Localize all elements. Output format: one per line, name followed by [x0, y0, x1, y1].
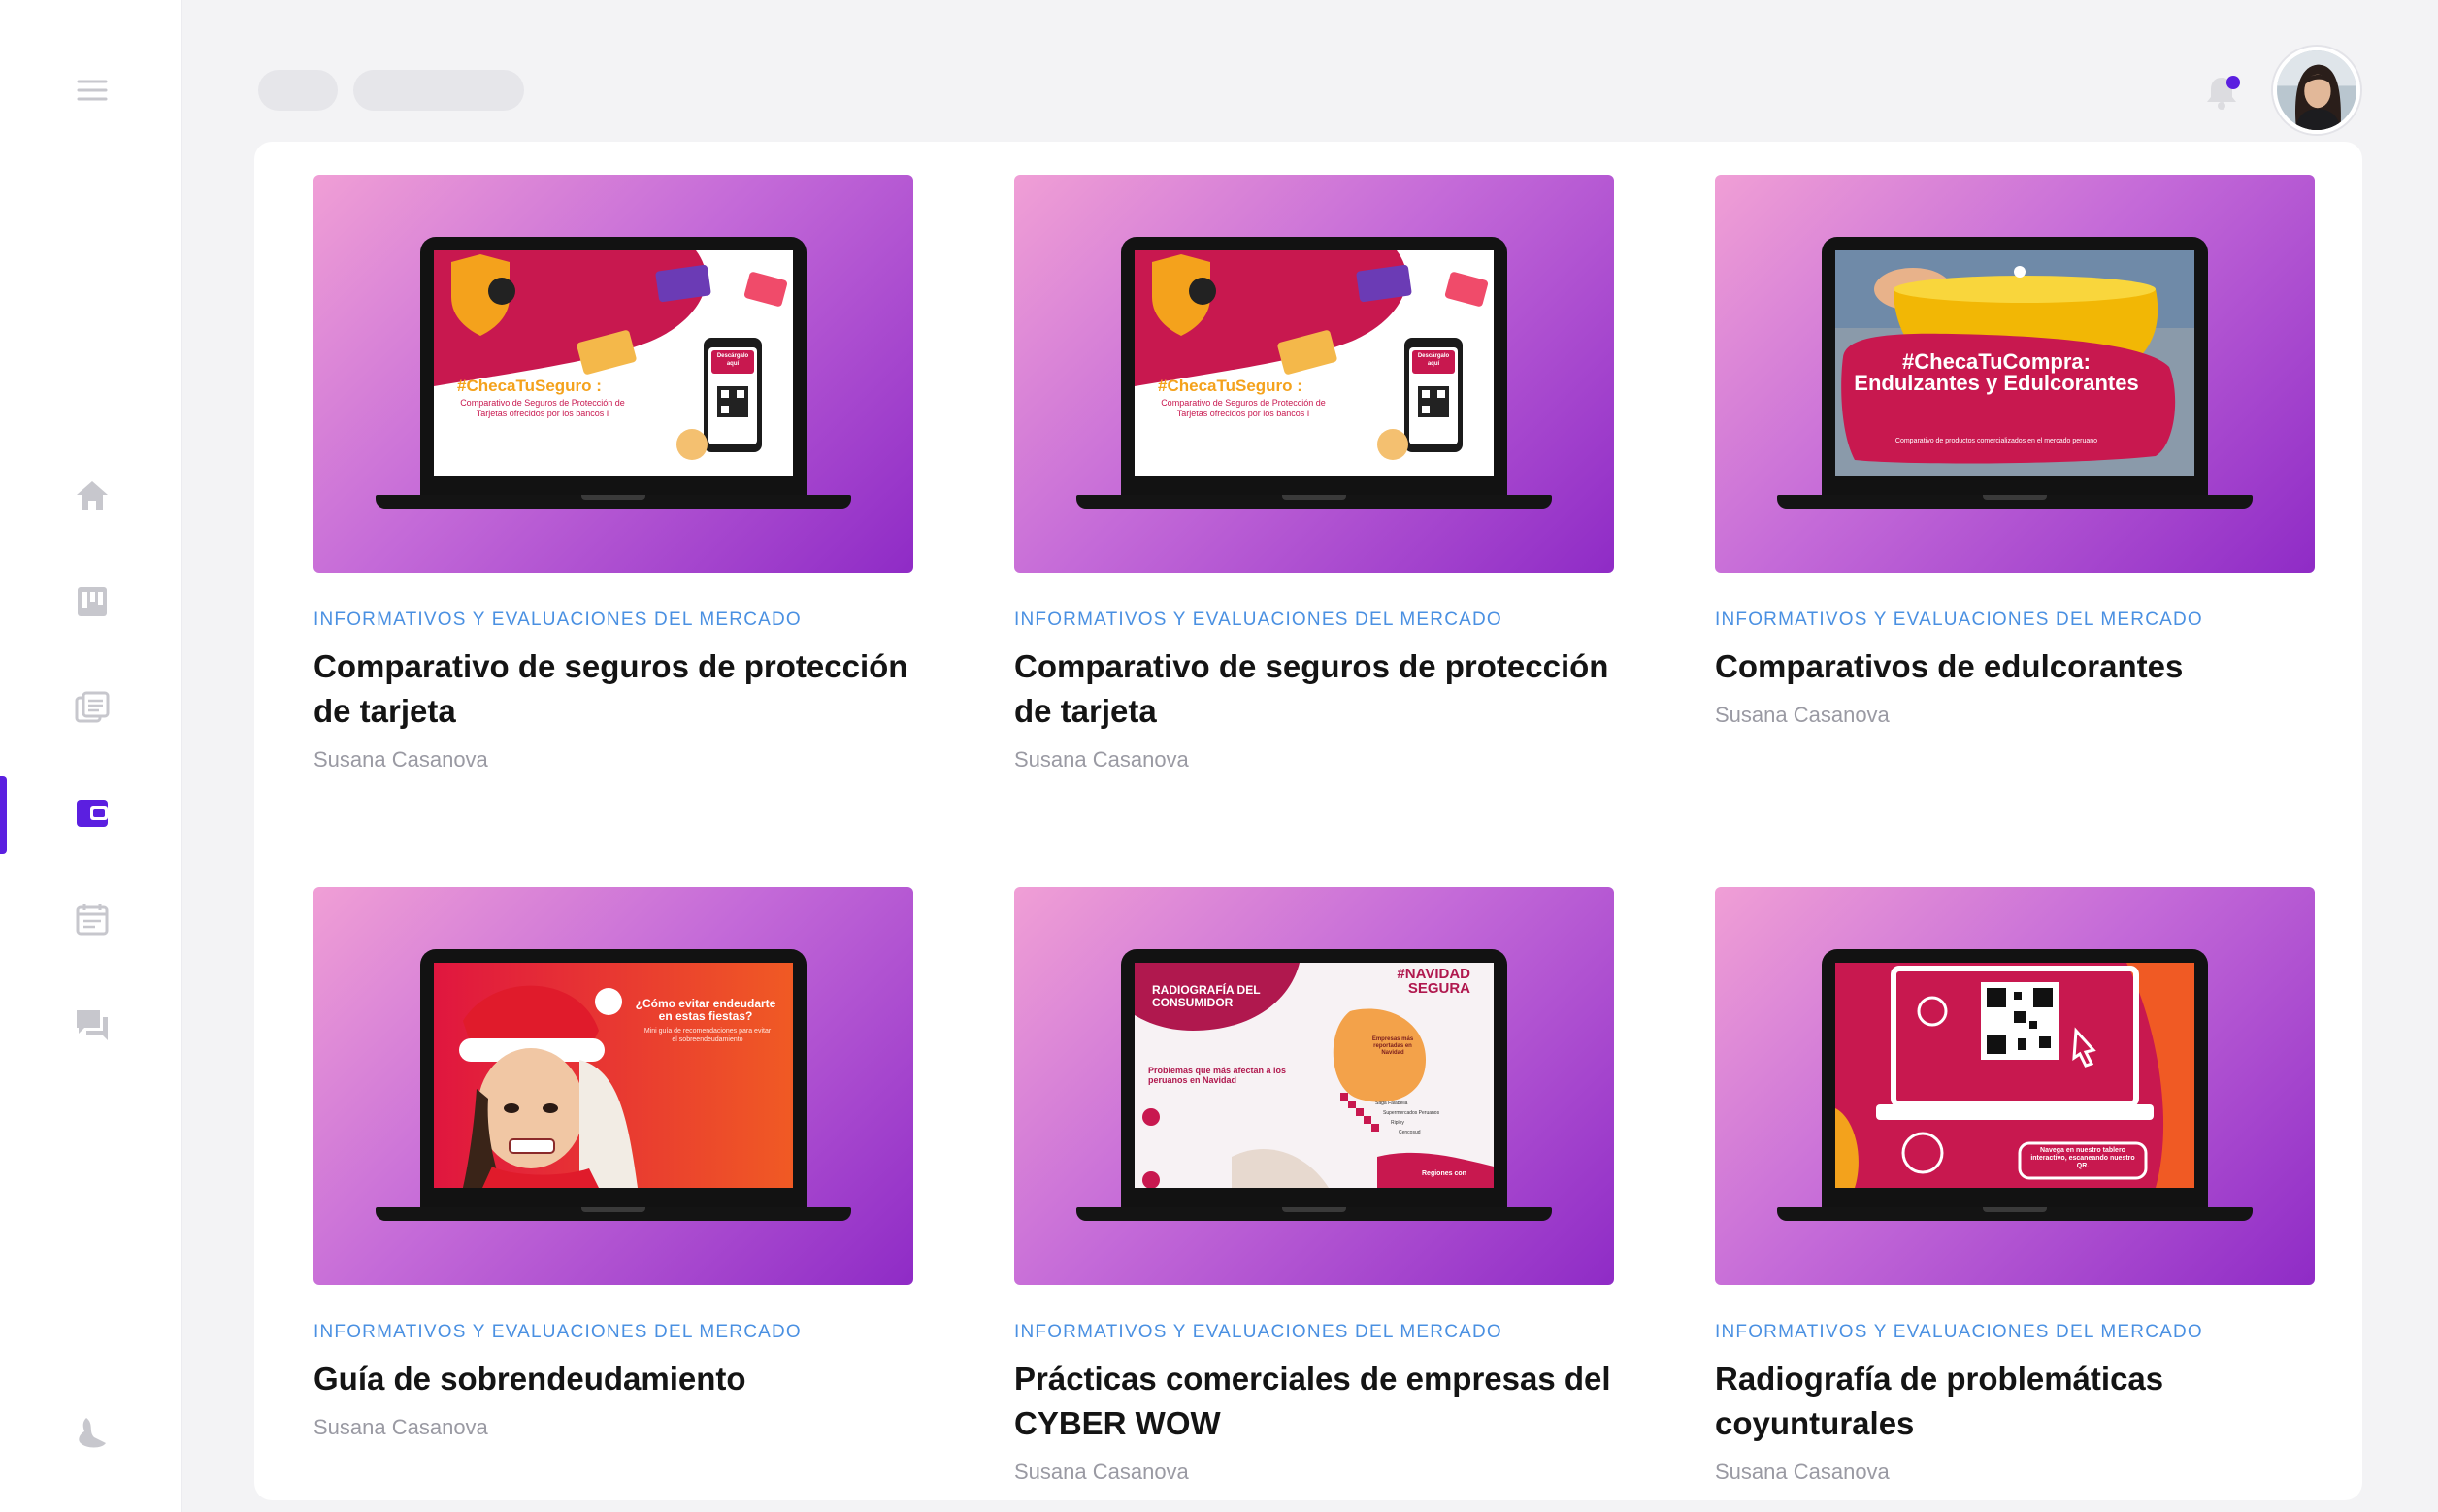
screen-list-3: Ripley [1391, 1120, 1404, 1126]
laptop-notch [1983, 1207, 2047, 1212]
screen-tag: #NAVIDAD SEGURA [1397, 966, 1470, 997]
calendar-icon [76, 904, 109, 936]
screen-subtitle: Navega en nuestro tablero interactivo, e… [2030, 1147, 2135, 1169]
screen-headline: #ChecaTuSeguro : [457, 377, 602, 395]
content-panel: #ChecaTuSeguro : Comparativo de Seguros … [254, 142, 2362, 1500]
card-thumbnail: #ChecaTuSeguro : Comparativo de Seguros … [313, 175, 913, 573]
screen-box: Empresas más reportadas en Navidad [1371, 1036, 1414, 1056]
card-title[interactable]: Comparativos de edulcorantes [1715, 644, 2315, 689]
card-title[interactable]: Comparativo de seguros de protección de … [313, 644, 913, 734]
card-thumbnail: #ChecaTuSeguro : Comparativo de Seguros … [1014, 175, 1614, 573]
screen-footer: Regiones con [1422, 1170, 1466, 1177]
screen-list-1: Saga Falabella [1375, 1101, 1408, 1106]
card-title[interactable]: Comparativo de seguros de protección de … [1014, 644, 1614, 734]
screen-button: Descárgalo aquí [716, 353, 749, 367]
library-icon [75, 691, 110, 723]
screen-headline: ¿Cómo evitar endeudarte en estas fiestas… [635, 997, 776, 1023]
wallet-icon [77, 800, 108, 827]
card-author: Susana Casanova [1014, 747, 1189, 772]
card-thumbnail: RADIOGRAFÍA DEL CONSUMIDOR #NAVIDAD SEGU… [1014, 887, 1614, 1285]
screen-button: Descárgalo aquí [1417, 353, 1450, 367]
sidebar-item-wallet[interactable] [58, 779, 126, 847]
logo-icon [58, 1399, 126, 1467]
laptop-screen: #ChecaTuSeguro : Comparativo de Seguros … [1121, 237, 1507, 497]
hamburger-menu-icon[interactable] [58, 56, 126, 124]
screen-subtitle: Problemas que más afectan a los peruanos… [1148, 1066, 1287, 1085]
breadcrumb-placeholder [258, 70, 338, 111]
course-card[interactable]: ¿Cómo evitar endeudarte en estas fiestas… [313, 887, 913, 1440]
card-thumbnail: Navega en nuestro tablero interactivo, e… [1715, 887, 2315, 1285]
sidebar-item-home[interactable] [58, 462, 126, 530]
notification-dot [2226, 76, 2240, 89]
chat-icon [77, 1010, 108, 1040]
card-author: Susana Casanova [313, 747, 488, 772]
laptop-notch [1983, 495, 2047, 500]
user-avatar[interactable] [2273, 47, 2360, 134]
card-title[interactable]: Prácticas comerciales de empresas del CY… [1014, 1357, 1614, 1446]
screen-list-4: Cencosud [1399, 1130, 1421, 1135]
breadcrumb-placeholder-long [353, 70, 524, 111]
laptop-notch [1282, 1207, 1346, 1212]
card-author: Susana Casanova [1715, 703, 1890, 727]
laptop-screen: ¿Cómo evitar endeudarte en estas fiestas… [420, 949, 807, 1209]
card-title[interactable]: Guía de sobrendeudamiento [313, 1357, 913, 1401]
card-category: INFORMATIVOS Y EVALUACIONES DEL MERCADO [313, 1322, 802, 1342]
sidebar-item-calendar[interactable] [58, 885, 126, 953]
card-category: INFORMATIVOS Y EVALUACIONES DEL MERCADO [1014, 1322, 1502, 1342]
card-thumbnail: #ChecaTuCompra: Endulzantes y Edulcorant… [1715, 175, 2315, 573]
screen-subtitle: Comparativo de Seguros de Protección de … [1161, 398, 1326, 418]
laptop-notch [1282, 495, 1346, 500]
course-card[interactable]: #ChecaTuSeguro : Comparativo de Seguros … [1014, 175, 1614, 772]
card-title[interactable]: Radiografía de problemáticas coyunturale… [1715, 1357, 2315, 1446]
active-indicator [0, 776, 7, 854]
home-icon [77, 481, 108, 510]
course-card[interactable]: #ChecaTuSeguro : Comparativo de Seguros … [313, 175, 913, 772]
card-category: INFORMATIVOS Y EVALUACIONES DEL MERCADO [313, 609, 802, 630]
screen-headline: #ChecaTuCompra: Endulzantes y Edulcorant… [1854, 349, 2139, 395]
sidebar-item-library[interactable] [58, 674, 126, 741]
sidebar-item-messages[interactable] [58, 991, 126, 1059]
screen-list-2: Supermercados Peruanos [1383, 1110, 1440, 1116]
course-card[interactable]: Navega en nuestro tablero interactivo, e… [1715, 887, 2315, 1485]
laptop-screen: #ChecaTuCompra: Endulzantes y Edulcorant… [1822, 237, 2208, 497]
notification-button[interactable] [2199, 70, 2244, 115]
card-category: INFORMATIVOS Y EVALUACIONES DEL MERCADO [1715, 1322, 2203, 1342]
sidebar [0, 0, 182, 1512]
screen-headline: RADIOGRAFÍA DEL CONSUMIDOR [1152, 983, 1261, 1009]
card-author: Susana Casanova [1715, 1460, 1890, 1484]
course-card[interactable]: RADIOGRAFÍA DEL CONSUMIDOR #NAVIDAD SEGU… [1014, 887, 1614, 1485]
card-thumbnail: ¿Cómo evitar endeudarte en estas fiestas… [313, 887, 913, 1285]
sidebar-item-boards[interactable] [58, 568, 126, 636]
card-author: Susana Casanova [1014, 1460, 1189, 1484]
laptop-screen: RADIOGRAFÍA DEL CONSUMIDOR #NAVIDAD SEGU… [1121, 949, 1507, 1209]
course-card[interactable]: #ChecaTuCompra: Endulzantes y Edulcorant… [1715, 175, 2315, 728]
screen-subtitle: Comparativo de Seguros de Protección de … [460, 398, 625, 418]
screen-subtitle: Comparativo de productos comercializados… [1894, 438, 2098, 444]
app-root: #ChecaTuSeguro : Comparativo de Seguros … [0, 0, 2438, 1512]
laptop-notch [581, 1207, 645, 1212]
card-author: Susana Casanova [313, 1415, 488, 1439]
card-category: INFORMATIVOS Y EVALUACIONES DEL MERCADO [1014, 609, 1502, 630]
kanban-icon [78, 587, 107, 616]
screen-subtitle: Mini guía de recomendaciones para evitar… [643, 1028, 772, 1043]
card-category: INFORMATIVOS Y EVALUACIONES DEL MERCADO [1715, 609, 2203, 630]
screen-headline: #ChecaTuSeguro : [1158, 377, 1302, 395]
laptop-notch [581, 495, 645, 500]
laptop-screen: #ChecaTuSeguro : Comparativo de Seguros … [420, 237, 807, 497]
laptop-screen: Navega en nuestro tablero interactivo, e… [1822, 949, 2208, 1209]
